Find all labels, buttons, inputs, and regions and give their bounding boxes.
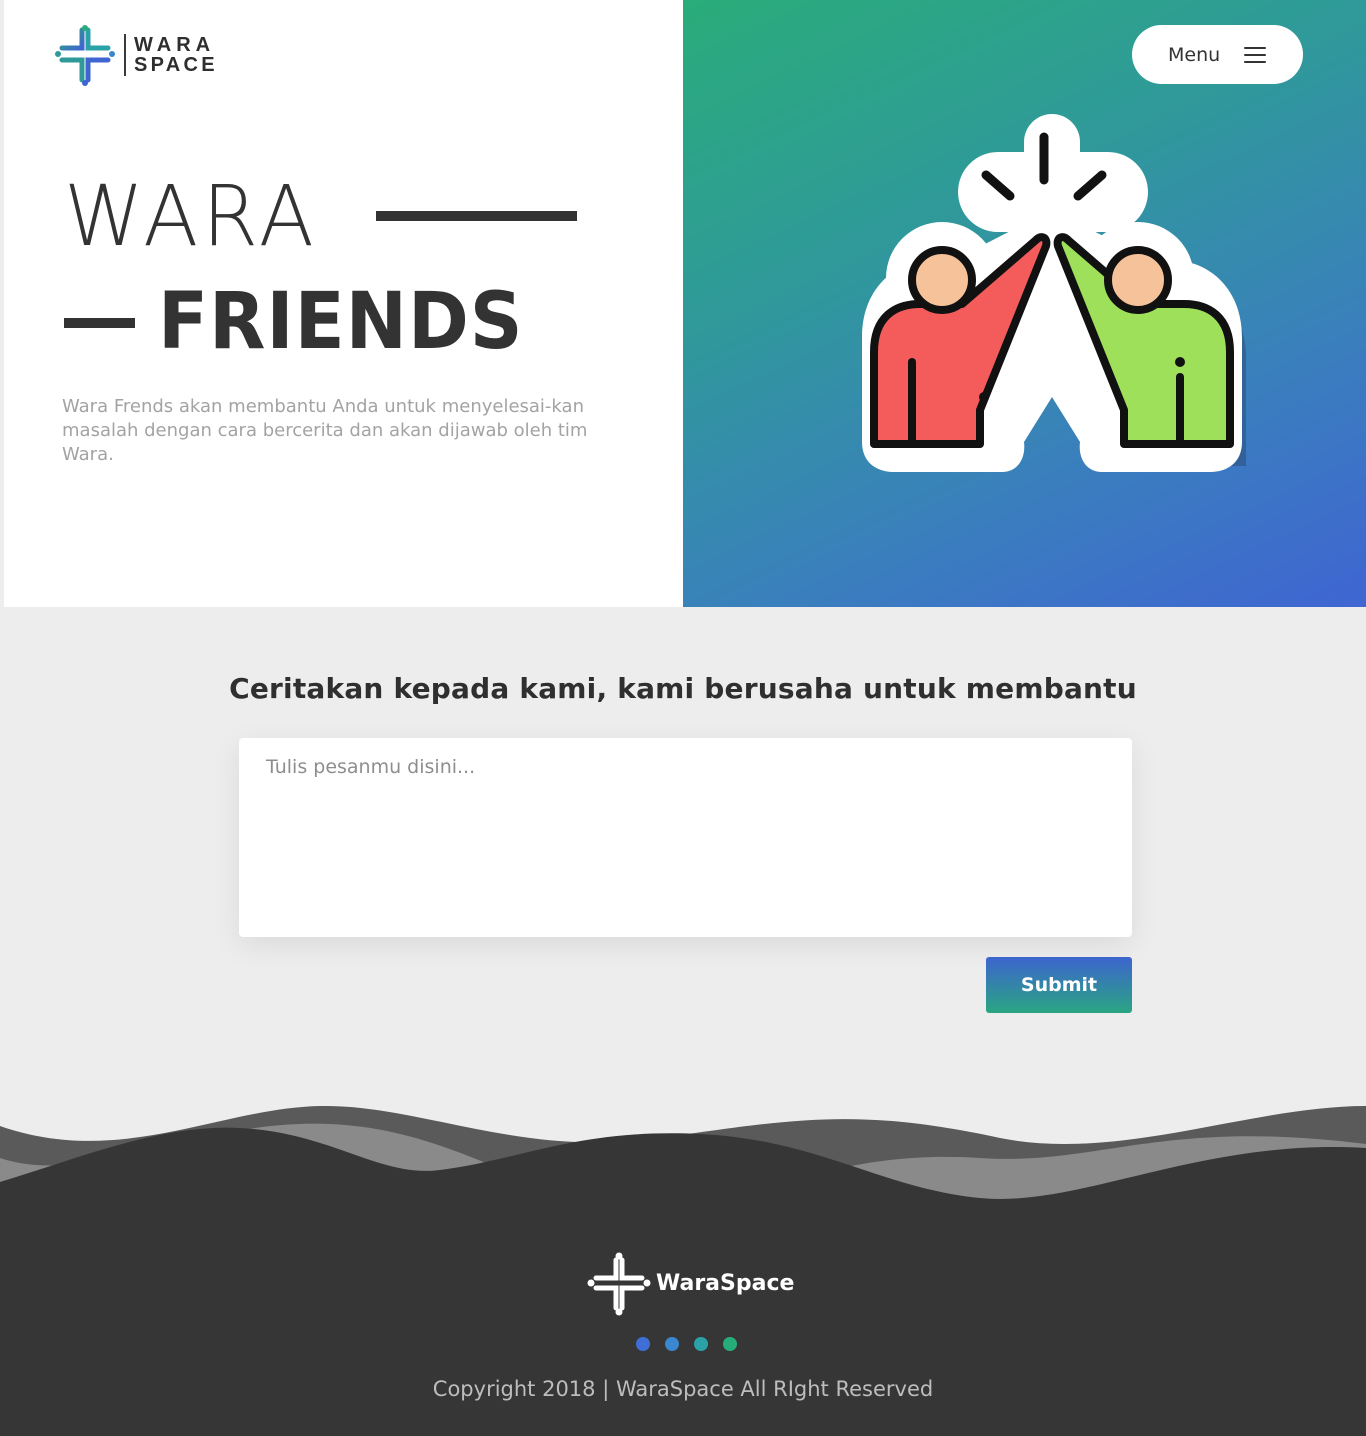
footer-dots <box>636 1337 737 1351</box>
title-dash-right <box>376 211 577 221</box>
logo-line1: WARA <box>134 34 216 56</box>
waraspace-logo-icon <box>55 25 115 86</box>
copyright-text: Copyright 2018 | WaraSpace All RIght Res… <box>432 1377 934 1401</box>
hero-section: WARA SPACE WARA FRIENDS Wara Frends akan… <box>0 0 1366 607</box>
title-dash-left <box>64 318 135 328</box>
footer-dot <box>636 1337 650 1351</box>
footer-dot <box>723 1337 737 1351</box>
footer-brand: WaraSpace <box>656 1270 795 1296</box>
message-input[interactable] <box>239 738 1132 937</box>
high-five-icon <box>862 114 1246 472</box>
header-logo[interactable]: WARA SPACE <box>52 22 222 88</box>
logo-line2: SPACE <box>134 54 218 76</box>
hero-description: Wara Frends akan membantu Anda untuk men… <box>62 396 588 465</box>
submit-button[interactable]: Submit <box>986 957 1132 1013</box>
form-heading: Ceritakan kepada kami, kami berusaha unt… <box>229 672 1137 705</box>
hero-left-panel: WARA SPACE WARA FRIENDS Wara Frends akan… <box>4 0 683 607</box>
logo-divider <box>124 34 126 76</box>
hamburger-icon <box>1244 46 1267 63</box>
menu-button[interactable]: Menu <box>1132 25 1303 84</box>
logo-wordmark: WARA SPACE <box>134 35 218 75</box>
hero-title-line1: WARA <box>64 167 318 265</box>
footer-dot <box>694 1337 708 1351</box>
menu-label: Menu <box>1168 43 1221 66</box>
footer-logo[interactable]: WaraSpace <box>586 1249 794 1317</box>
footer-dot <box>665 1337 679 1351</box>
hero-title-line2: FRIENDS <box>158 277 524 367</box>
waraspace-logo-icon <box>587 1252 651 1316</box>
